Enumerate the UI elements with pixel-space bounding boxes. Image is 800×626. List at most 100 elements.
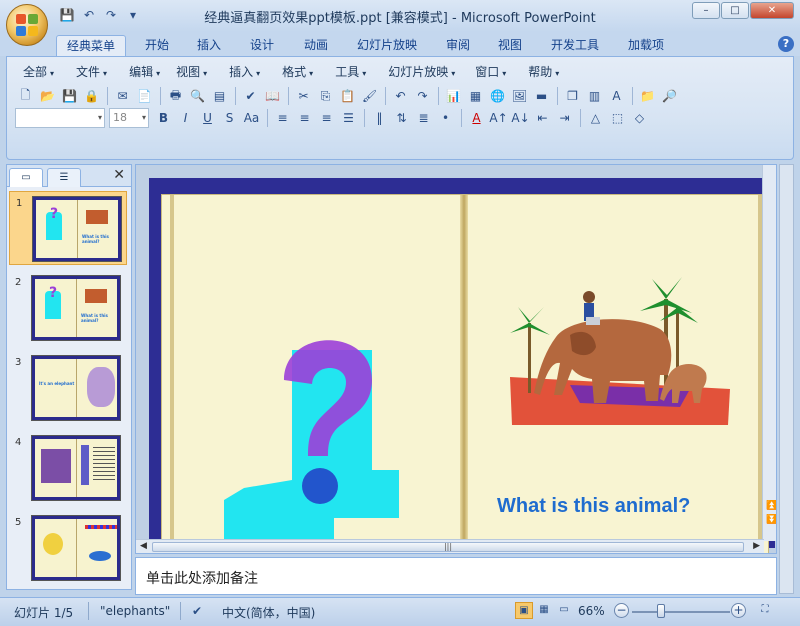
close-icon[interactable]: ✕ bbox=[113, 167, 125, 183]
zoom-level[interactable]: 66% bbox=[578, 604, 605, 618]
horizontal-scrollbar[interactable]: ◀ ||| ▶ bbox=[136, 539, 764, 553]
slideshow-icon[interactable]: ▭ bbox=[555, 602, 573, 619]
align-center-icon[interactable]: ≡ bbox=[294, 108, 315, 128]
tab-review[interactable]: 审阅 bbox=[436, 35, 480, 56]
folder-icon[interactable]: 📁 bbox=[637, 86, 658, 106]
undo-icon[interactable]: ↶ bbox=[390, 86, 411, 106]
minimize-button[interactable]: – bbox=[692, 2, 720, 19]
email-icon[interactable]: ✉ bbox=[112, 86, 133, 106]
question-mark-graphic[interactable] bbox=[224, 340, 414, 554]
menu-slideshow[interactable]: 幻灯片放映 ▾ bbox=[380, 63, 463, 81]
slide-sorter-icon[interactable]: ▦ bbox=[535, 602, 553, 619]
slide-thumbnail-4[interactable]: 4 bbox=[9, 431, 127, 505]
spelling-icon[interactable]: ✔ bbox=[240, 86, 261, 106]
permission-icon[interactable]: 🔒 bbox=[81, 86, 102, 106]
normal-view-icon[interactable]: ▣ bbox=[515, 602, 533, 619]
tab-developer[interactable]: 开发工具 bbox=[541, 35, 609, 56]
tab-view[interactable]: 视图 bbox=[488, 35, 532, 56]
menu-edit[interactable]: 编辑 ▾ bbox=[121, 63, 168, 81]
redo-icon[interactable]: ↷ bbox=[412, 86, 433, 106]
align-right-icon[interactable]: ≡ bbox=[316, 108, 337, 128]
prev-slide-icon[interactable]: ⏫ bbox=[766, 501, 776, 511]
hyperlink-icon[interactable]: 🌐 bbox=[487, 86, 508, 106]
shapes-icon[interactable]: △ bbox=[585, 108, 606, 128]
text-direction-icon[interactable]: ⇅ bbox=[391, 108, 412, 128]
spellcheck-icon[interactable]: ✔ bbox=[192, 604, 202, 618]
open-icon[interactable]: 📂 bbox=[37, 86, 58, 106]
numbering-icon[interactable]: ≣ bbox=[413, 108, 434, 128]
slide-question-text[interactable]: What is this animal? bbox=[497, 495, 690, 518]
pdf-icon[interactable]: 📄 bbox=[134, 86, 155, 106]
language-indicator[interactable]: 中文(简体，中国) bbox=[222, 604, 315, 621]
elephant-image[interactable] bbox=[510, 277, 730, 425]
justify-icon[interactable]: ☰ bbox=[338, 108, 359, 128]
chart-icon[interactable]: 📊 bbox=[443, 86, 464, 106]
office-button[interactable] bbox=[6, 4, 48, 46]
scroll-left-icon[interactable]: ◀ bbox=[140, 541, 147, 551]
zoom-slider[interactable] bbox=[632, 611, 730, 613]
shrink-font-icon[interactable]: A↓ bbox=[510, 108, 531, 128]
menu-file[interactable]: 文件 ▾ bbox=[68, 63, 115, 81]
slide-canvas[interactable]: What is this animal? bbox=[149, 178, 775, 553]
cut-icon[interactable]: ✂ bbox=[293, 86, 314, 106]
help-icon[interactable]: ? bbox=[778, 36, 794, 52]
tab-design[interactable]: 设计 bbox=[240, 35, 284, 56]
tab-addins[interactable]: 加载项 bbox=[618, 35, 674, 56]
tab-home[interactable]: 开始 bbox=[135, 35, 179, 56]
tab-classic-menu[interactable]: 经典菜单 bbox=[56, 35, 127, 56]
new-slide-icon[interactable]: ❐ bbox=[562, 86, 583, 106]
save-icon[interactable]: 💾 bbox=[59, 86, 80, 106]
format-painter-icon[interactable]: 🖌 bbox=[359, 86, 380, 106]
print-icon[interactable]: 🖶 bbox=[165, 86, 186, 106]
italic-icon[interactable]: I bbox=[175, 108, 196, 128]
close-button[interactable]: ✕ bbox=[750, 2, 794, 19]
menu-tools[interactable]: 工具 ▾ bbox=[327, 63, 374, 81]
increase-indent-icon[interactable]: ⇥ bbox=[554, 108, 575, 128]
change-case-icon[interactable]: Aa bbox=[241, 108, 262, 128]
print-preview-icon[interactable]: 🔍 bbox=[187, 86, 208, 106]
tab-slideshow[interactable]: 幻灯片放映 bbox=[347, 35, 427, 56]
scroll-right-icon[interactable]: ▶ bbox=[753, 541, 760, 551]
vertical-scrollbar[interactable]: ⏫ ⏬ bbox=[762, 165, 776, 541]
zoom-icon[interactable]: 🔎 bbox=[659, 86, 680, 106]
bullets-icon[interactable]: • bbox=[435, 108, 456, 128]
paste-icon[interactable]: 📋 bbox=[337, 86, 358, 106]
zoom-out-icon[interactable]: − bbox=[614, 603, 629, 618]
align-left-icon[interactable]: ≡ bbox=[272, 108, 293, 128]
menu-view[interactable]: 视图 ▾ bbox=[168, 63, 215, 81]
window-scrollbar[interactable] bbox=[779, 164, 794, 594]
quick-styles-icon[interactable]: ◇ bbox=[629, 108, 650, 128]
menu-all[interactable]: 全部 ▾ bbox=[15, 63, 62, 81]
slide-thumbnail-3[interactable]: 3 It's an elephant bbox=[9, 351, 127, 425]
menu-window[interactable]: 窗口 ▾ bbox=[467, 63, 514, 81]
layout-icon[interactable]: ▥ bbox=[584, 86, 605, 106]
next-slide-icon[interactable]: ⏬ bbox=[766, 515, 776, 525]
zoom-in-icon[interactable]: + bbox=[731, 603, 746, 618]
underline-icon[interactable]: U bbox=[197, 108, 218, 128]
font-size-combo[interactable]: 18 ▾ bbox=[109, 108, 149, 128]
menu-format[interactable]: 格式 ▾ bbox=[274, 63, 321, 81]
table-icon[interactable]: ▦ bbox=[465, 86, 486, 106]
tab-slides[interactable]: ▭ bbox=[9, 168, 43, 187]
grow-font-icon[interactable]: A↑ bbox=[488, 108, 509, 128]
slide-thumbnail-5[interactable]: 5 bbox=[9, 511, 127, 585]
slide-thumbnail-1[interactable]: 1 ? What is this animal? bbox=[9, 191, 127, 265]
page-setup-icon[interactable]: ▤ bbox=[209, 86, 230, 106]
scroll-thumb[interactable]: ||| bbox=[152, 542, 744, 552]
zoom-slider-thumb[interactable] bbox=[657, 604, 665, 618]
new-icon[interactable]: 🗋 bbox=[15, 86, 36, 106]
notes-pane[interactable]: 单击此处添加备注 bbox=[135, 557, 777, 595]
copy-icon[interactable]: ⎘ bbox=[315, 86, 336, 106]
columns-icon[interactable]: ‖ bbox=[369, 108, 390, 128]
tab-outline[interactable]: ☰ bbox=[47, 168, 81, 187]
menu-insert[interactable]: 插入 ▾ bbox=[221, 63, 268, 81]
slide-thumbnail-2[interactable]: 2 ? What is this animal? bbox=[9, 271, 127, 345]
menu-help[interactable]: 帮助 ▾ bbox=[520, 63, 567, 81]
arrange-icon[interactable]: ⬚ bbox=[607, 108, 628, 128]
font-name-combo[interactable]: ▾ bbox=[15, 108, 105, 128]
textbox-icon[interactable]: A bbox=[606, 86, 627, 106]
line-icon[interactable]: ▬ bbox=[531, 86, 552, 106]
shadow-icon[interactable]: S bbox=[219, 108, 240, 128]
maximize-button[interactable]: □ bbox=[721, 2, 749, 19]
research-icon[interactable]: 📖 bbox=[262, 86, 283, 106]
